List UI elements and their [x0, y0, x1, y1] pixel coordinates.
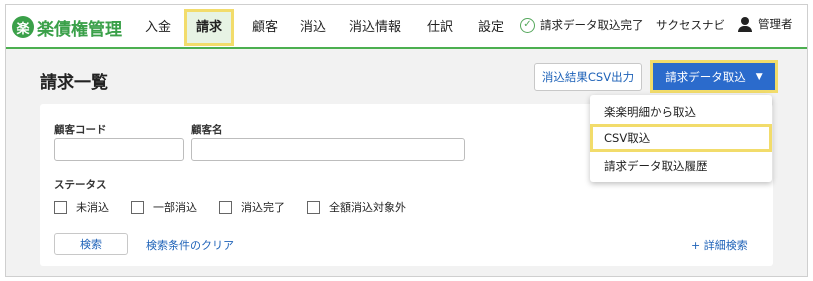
- checkbox-label: 未消込: [76, 201, 109, 214]
- status-unreconciled-option[interactable]: 未消込: [54, 199, 109, 215]
- menu-item-import-from-rakuraku[interactable]: 楽楽明細から取込: [590, 98, 772, 126]
- menu-item-import-history[interactable]: 請求データ取込履歴: [590, 152, 772, 180]
- page-title: 請求一覧: [40, 73, 108, 93]
- success-navi-link[interactable]: サクセスナビ: [656, 17, 725, 33]
- customer-code-label: 顧客コード: [54, 124, 107, 136]
- checkbox[interactable]: [54, 200, 67, 214]
- status-partial-option[interactable]: 一部消込: [131, 199, 197, 215]
- app-name: 楽債権管理: [37, 19, 122, 40]
- customer-name-input[interactable]: [191, 138, 465, 161]
- checkbox[interactable]: [219, 200, 232, 214]
- import-status: ✓ 請求データ取込完了: [520, 17, 644, 33]
- import-billing-data-button[interactable]: 請求データ取込 ▼: [653, 63, 775, 90]
- chevron-down-icon: ▼: [755, 71, 763, 82]
- import-button-highlight: 請求データ取込 ▼: [650, 60, 778, 93]
- status-label: ステータス: [54, 179, 107, 191]
- export-csv-button[interactable]: 消込結果CSV出力: [534, 63, 642, 91]
- nav-item-journal[interactable]: 仕訳: [427, 16, 453, 35]
- user-menu[interactable]: 管理者: [738, 16, 793, 32]
- user-icon: [738, 16, 752, 32]
- customer-name-label: 顧客名: [191, 124, 223, 136]
- status-checkbox-group: 未消込 一部消込 消込完了 全額消込対象外: [54, 199, 428, 215]
- top-header: 楽 楽債権管理 入金 請求 顧客 消込 消込情報 仕訳 設定 ✓ 請求データ取込…: [6, 5, 807, 49]
- import-dropdown-menu: 楽楽明細から取込 CSV取込 請求データ取込履歴: [590, 95, 772, 182]
- logo-mark-icon: 楽: [12, 16, 34, 38]
- user-name: 管理者: [758, 17, 793, 31]
- nav-item-reconcile[interactable]: 消込: [300, 16, 326, 35]
- clear-conditions-link[interactable]: 検索条件のクリア: [146, 237, 234, 253]
- checkbox[interactable]: [131, 200, 144, 214]
- status-complete-option[interactable]: 消込完了: [219, 199, 285, 215]
- checkbox-label: 消込完了: [241, 201, 285, 214]
- app-logo[interactable]: 楽 楽債権管理: [12, 14, 122, 40]
- checkbox-label: 全額消込対象外: [329, 201, 406, 214]
- import-button-label: 請求データ取込: [665, 69, 746, 84]
- nav-item-reconcile-info[interactable]: 消込情報: [349, 16, 401, 35]
- menu-item-csv-import[interactable]: CSV取込: [590, 124, 772, 152]
- import-status-text: 請求データ取込完了: [540, 18, 644, 32]
- status-excluded-option[interactable]: 全額消込対象外: [307, 199, 406, 215]
- nav-item-payment[interactable]: 入金: [145, 16, 171, 35]
- advanced-search-link[interactable]: + 詳細検索: [691, 237, 748, 253]
- checkbox[interactable]: [307, 200, 320, 214]
- checkbox-label: 一部消込: [153, 201, 197, 214]
- nav-item-customer[interactable]: 顧客: [252, 16, 278, 35]
- nav-item-billing[interactable]: 請求: [196, 16, 222, 35]
- search-button[interactable]: 検索: [54, 233, 128, 255]
- check-circle-icon: ✓: [520, 17, 535, 33]
- customer-code-input[interactable]: [54, 138, 184, 161]
- nav-item-settings[interactable]: 設定: [478, 16, 504, 35]
- app-window: 楽 楽債権管理 入金 請求 顧客 消込 消込情報 仕訳 設定 ✓ 請求データ取込…: [5, 4, 808, 277]
